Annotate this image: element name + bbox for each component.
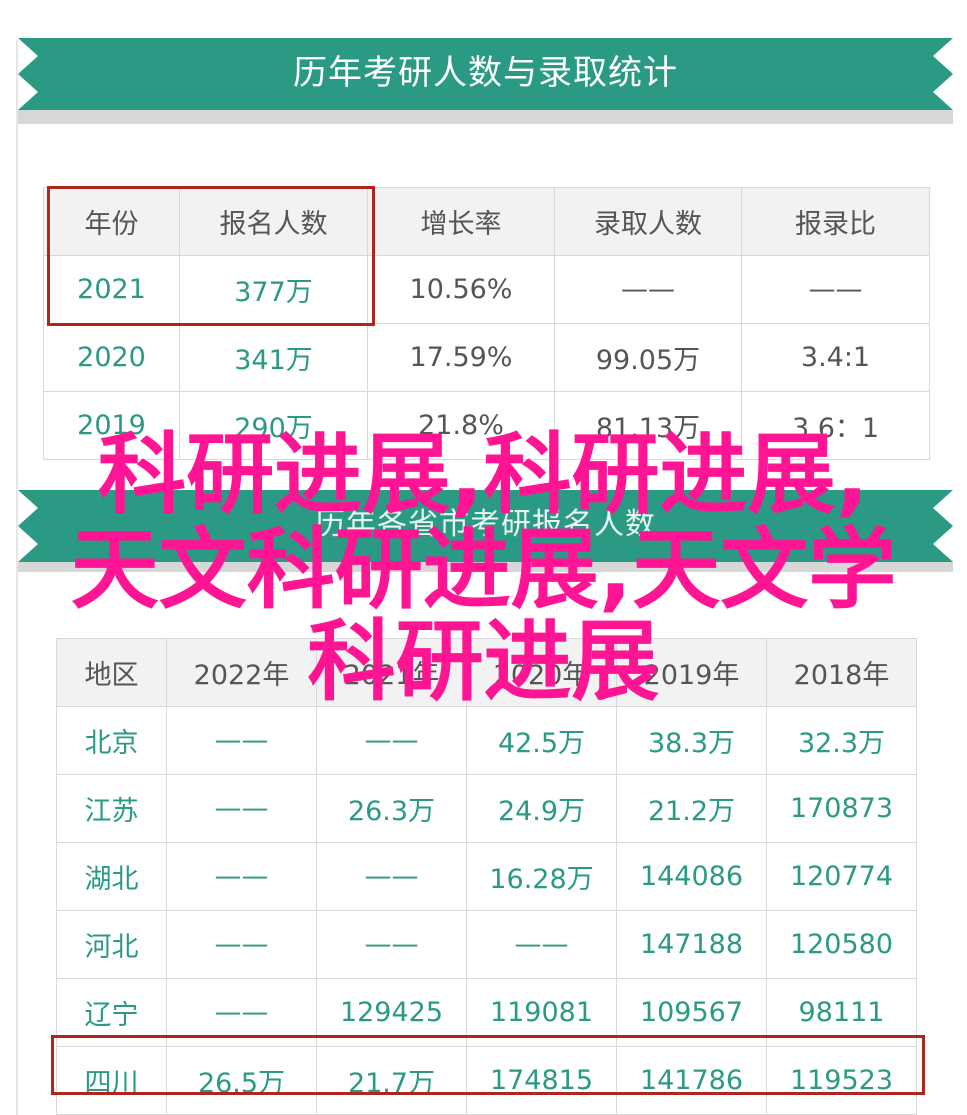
overlay-line-2: 天文科研进展,天文学 bbox=[70, 518, 897, 621]
table-cell: 120774 bbox=[766, 842, 917, 911]
table-cell: 湖北 bbox=[56, 842, 167, 911]
table-cell: 99.05万 bbox=[554, 323, 742, 392]
table-cell: —— bbox=[316, 842, 467, 911]
table-cell: —— bbox=[554, 255, 742, 324]
header-cell: 增长率 bbox=[367, 187, 555, 256]
table-cell: —— bbox=[166, 774, 317, 843]
table-cell: 17.59% bbox=[367, 323, 555, 392]
section1-ribbon: 历年考研人数与录取统计 bbox=[18, 38, 953, 110]
section1-title: 历年考研人数与录取统计 bbox=[293, 53, 678, 93]
table-cell: 2020 bbox=[43, 323, 180, 392]
table-cell: 144086 bbox=[616, 842, 767, 911]
table-cell: —— bbox=[466, 910, 617, 979]
table-cell: 10.56% bbox=[367, 255, 555, 324]
table-cell: —— bbox=[741, 255, 930, 324]
table-cell: —— bbox=[166, 842, 317, 911]
table-cell: 42.5万 bbox=[466, 706, 617, 775]
overlay-line-1: 科研进展,科研进展, bbox=[98, 423, 869, 526]
table-cell: 3.4:1 bbox=[741, 323, 930, 392]
table-row: 北京 —— —— 42.5万 38.3万 32.3万 bbox=[56, 706, 917, 775]
table-cell: 河北 bbox=[56, 910, 167, 979]
ribbon-notch-left bbox=[18, 38, 38, 110]
table-cell: —— bbox=[166, 706, 317, 775]
header-cell: 录取人数 bbox=[554, 187, 742, 256]
table-cell: —— bbox=[316, 910, 467, 979]
table-cell: 32.3万 bbox=[766, 706, 917, 775]
table-cell: 北京 bbox=[56, 706, 167, 775]
table-cell: 147188 bbox=[616, 910, 767, 979]
table-row: 河北 —— —— —— 147188 120580 bbox=[56, 910, 917, 979]
header-cell: 报录比 bbox=[741, 187, 930, 256]
table-cell: 120580 bbox=[766, 910, 917, 979]
table-row: 江苏 —— 26.3万 24.9万 21.2万 170873 bbox=[56, 774, 917, 843]
table-cell: 16.28万 bbox=[466, 842, 617, 911]
highlight-box-sichuan bbox=[51, 1035, 925, 1095]
ribbon-notch-right bbox=[933, 38, 953, 110]
table-cell: 江苏 bbox=[56, 774, 167, 843]
highlight-box-2021 bbox=[47, 186, 375, 326]
overlay-line-3: 科研进展 bbox=[307, 610, 660, 713]
table-cell: —— bbox=[166, 910, 317, 979]
table-row: 2020 341万 17.59% 99.05万 3.4:1 bbox=[43, 323, 930, 392]
table-cell: 26.3万 bbox=[316, 774, 467, 843]
table-cell: 341万 bbox=[179, 323, 368, 392]
table-cell: 24.9万 bbox=[466, 774, 617, 843]
table-cell: 170873 bbox=[766, 774, 917, 843]
table-row: 湖北 —— —— 16.28万 144086 120774 bbox=[56, 842, 917, 911]
table-cell: —— bbox=[316, 706, 467, 775]
table-cell: 38.3万 bbox=[616, 706, 767, 775]
table-cell: 21.2万 bbox=[616, 774, 767, 843]
